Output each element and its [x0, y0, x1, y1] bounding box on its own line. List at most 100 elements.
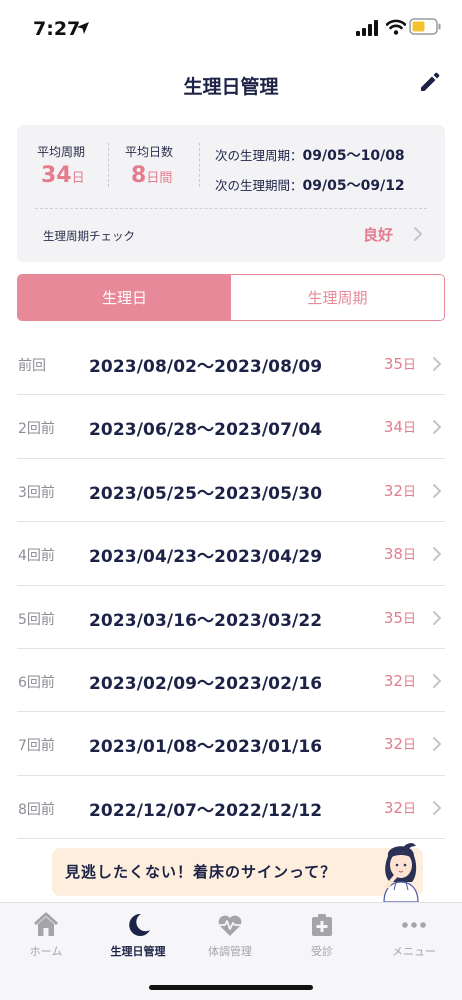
- history-row[interactable]: 4回前 2023/04/23〜2023/04/29 38日: [0, 522, 462, 586]
- days-unit: 日: [402, 611, 416, 627]
- history-row-label: 3回前: [18, 484, 55, 501]
- avg-cycle-stat: 平均周期 34日: [37, 143, 85, 188]
- period-history-list: 前回 2023/08/02〜2023/08/09 35日 2回前 2023/06…: [0, 332, 462, 840]
- moon-icon: [129, 913, 150, 936]
- tabbar-item-menu[interactable]: メニュー: [368, 911, 460, 959]
- chevron-right-icon: [433, 357, 442, 371]
- heart-pulse-icon: [218, 915, 242, 936]
- tabbar-item-home[interactable]: ホーム: [0, 911, 92, 959]
- history-row[interactable]: 6回前 2023/02/09〜2023/02/16 32日: [0, 649, 462, 713]
- chevron-right-icon: [433, 610, 442, 625]
- more-dots-icon: [402, 922, 426, 928]
- history-row-days: 32日: [384, 734, 416, 753]
- days-unit: 日: [402, 484, 416, 500]
- banner-text: 見逃したくない！着床のサインって？: [65, 863, 337, 881]
- history-row[interactable]: 8回前 2022/12/07〜2022/12/12 32日: [0, 776, 462, 840]
- history-row[interactable]: 2回前 2023/06/28〜2023/07/04 34日: [0, 395, 462, 460]
- days-number: 32: [383, 481, 403, 500]
- days-number: 32: [383, 798, 403, 817]
- summary-divider: [35, 208, 427, 209]
- status-time: 7:27: [33, 18, 81, 40]
- history-row-label: 2回前: [18, 421, 55, 438]
- days-number: 32: [383, 735, 403, 754]
- history-row-range: 2023/06/28〜2023/07/04: [89, 420, 323, 441]
- history-row-range: 2023/04/23〜2023/04/29: [89, 547, 323, 568]
- history-row-days: 35日: [384, 608, 416, 627]
- home-indicator: [149, 985, 313, 990]
- next-cycle-row: 次の生理周期：09/05〜10/08: [215, 145, 405, 165]
- edit-pencil-icon[interactable]: [418, 70, 442, 94]
- days-unit: 日: [402, 801, 416, 817]
- tabbar-label: ホーム: [29, 945, 63, 958]
- history-row-range: 2022/12/07〜2022/12/12: [89, 800, 323, 821]
- days-number: 35: [383, 608, 403, 627]
- wifi-icon: [386, 19, 406, 35]
- history-row[interactable]: 7回前 2023/01/08〜2023/01/16 32日: [0, 712, 462, 777]
- history-row-label: 4回前: [18, 548, 55, 565]
- implantation-sign-banner[interactable]: 見逃したくない！着床のサインって？: [52, 848, 423, 896]
- history-row-range: 2023/05/25〜2023/05/30: [89, 483, 323, 504]
- page-title: 生理日管理: [183, 76, 279, 98]
- history-row-days: 38日: [384, 544, 416, 563]
- chevron-right-icon: [433, 737, 442, 752]
- tabbar-label: 受診: [311, 945, 333, 958]
- cellular-signal-icon: [356, 20, 378, 36]
- days-unit: 日: [402, 421, 416, 437]
- days-unit: 日: [402, 738, 416, 754]
- history-row[interactable]: 前回 2023/08/02〜2023/08/09 35日: [0, 332, 462, 396]
- history-row-label: 7回前: [18, 738, 55, 755]
- history-row-range: 2023/03/16〜2023/03/22: [89, 610, 323, 631]
- next-period-row: 次の生理期間：09/05〜09/12: [215, 175, 405, 195]
- tab-period-days[interactable]: 生理日: [18, 275, 231, 320]
- stat-divider: [199, 143, 200, 187]
- cycle-summary-card: 平均周期 34日 平均日数 8日間 次の生理周期：09/05〜10/08 次の生…: [17, 125, 445, 262]
- days-number: 34: [383, 418, 403, 437]
- cycle-check-label: 生理周期チェック: [43, 229, 135, 243]
- avg-days-label: 平均日数: [125, 145, 174, 159]
- battery-icon: [409, 18, 441, 35]
- chevron-right-icon: [433, 547, 442, 562]
- avg-days-value: 8日間: [125, 163, 173, 188]
- tabbar-label: メニュー: [392, 945, 436, 958]
- chevron-right-icon[interactable]: [413, 226, 423, 242]
- home-icon: [33, 912, 59, 936]
- next-cycle-label: 次の生理周期：: [215, 148, 303, 163]
- history-row[interactable]: 3回前 2023/05/25〜2023/05/30 32日: [0, 459, 462, 523]
- stat-divider: [108, 143, 109, 187]
- days-number: 38: [383, 545, 403, 564]
- days-number: 32: [383, 671, 403, 690]
- tabbar-item-period[interactable]: 生理日管理: [92, 911, 184, 959]
- woman-illustration-icon: [383, 843, 419, 902]
- status-bar: 7:27: [0, 0, 462, 58]
- chevron-right-icon: [433, 673, 442, 688]
- next-period-value: 09/05〜09/12: [302, 178, 405, 194]
- next-period-label: 次の生理期間：: [215, 178, 303, 193]
- tabbar-item-consult[interactable]: 受診: [276, 911, 368, 959]
- cycle-check-value[interactable]: 良好: [363, 224, 393, 245]
- chevron-right-icon: [433, 483, 442, 498]
- history-row-label: 前回: [18, 358, 46, 374]
- next-cycle-value: 09/05〜10/08: [302, 148, 405, 164]
- avg-cycle-label: 平均周期: [37, 145, 86, 159]
- days-number: 35: [383, 355, 403, 373]
- history-row-range: 2023/08/02〜2023/08/09: [89, 357, 323, 377]
- chevron-right-icon: [433, 800, 442, 815]
- history-row-days: 34日: [384, 417, 416, 436]
- avg-days-unit: 日間: [146, 171, 173, 186]
- days-unit: 日: [402, 674, 416, 690]
- history-row-label: 5回前: [18, 611, 55, 628]
- location-arrow-icon: [77, 22, 89, 34]
- history-row-days: 32日: [384, 671, 416, 690]
- medical-cross-icon: [312, 914, 332, 936]
- tab-period-cycle[interactable]: 生理周期: [231, 275, 444, 320]
- tabbar-label: 生理日管理: [110, 945, 166, 958]
- header: 生理日管理: [0, 58, 462, 114]
- history-row-days: 32日: [384, 798, 416, 817]
- history-row-label: 6回前: [18, 674, 55, 691]
- avg-days-number: 8: [131, 163, 147, 188]
- avg-cycle-value: 34日: [37, 163, 85, 188]
- history-row[interactable]: 5回前 2023/03/16〜2023/03/22 35日: [0, 586, 462, 650]
- tabbar-item-health[interactable]: 体調管理: [184, 911, 276, 959]
- history-row-days: 35日: [384, 354, 416, 373]
- history-row-days: 32日: [384, 481, 416, 500]
